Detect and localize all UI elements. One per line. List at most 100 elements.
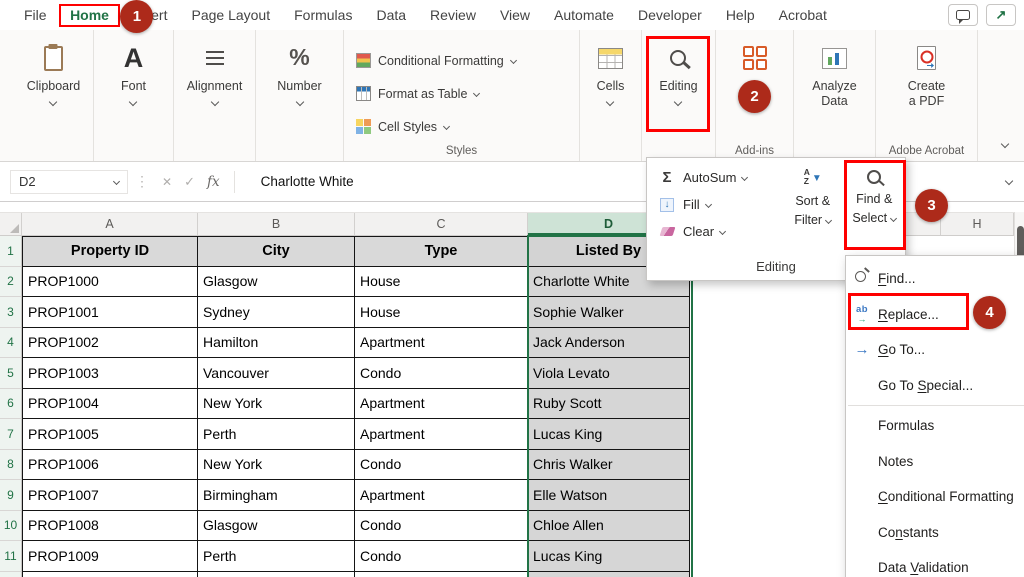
cell[interactable]: PROP1004 — [22, 389, 198, 420]
enter-icon[interactable] — [184, 173, 195, 191]
row-header[interactable]: 6 — [0, 389, 22, 420]
menu-tab-view[interactable]: View — [488, 3, 542, 27]
number-button[interactable]: Number — [277, 42, 321, 105]
font-button[interactable]: Font — [121, 42, 146, 105]
menu-tab-review[interactable]: Review — [418, 3, 488, 27]
cell[interactable]: Type — [355, 236, 528, 267]
row-header[interactable]: 1 — [0, 236, 22, 267]
fill-menu-item[interactable]: Fill — [647, 191, 782, 218]
cell[interactable]: PROP1008 — [22, 511, 198, 542]
cell[interactable]: Chris Walker — [528, 450, 690, 481]
cell[interactable]: PROP1006 — [22, 450, 198, 481]
cell[interactable]: PROP1000 — [22, 267, 198, 298]
cell[interactable]: Sydney — [198, 297, 355, 328]
row-header[interactable]: 9 — [0, 480, 22, 511]
formula-bar-input[interactable]: Charlotte White — [247, 174, 1024, 189]
row-header[interactable]: 11 — [0, 541, 22, 572]
cell[interactable]: Perth — [198, 419, 355, 450]
insert-function-icon[interactable] — [207, 173, 220, 191]
cell[interactable] — [22, 572, 198, 577]
cells-button[interactable]: Cells — [597, 42, 625, 105]
cell[interactable]: PROP1003 — [22, 358, 198, 389]
addins-button[interactable] — [743, 42, 767, 74]
cell[interactable]: Jack Anderson — [528, 328, 690, 359]
editing-button[interactable]: Editing — [659, 42, 697, 105]
cell[interactable] — [355, 572, 528, 577]
column-header-c[interactable]: C — [355, 213, 528, 235]
menu-tab-home[interactable]: Home — [59, 4, 121, 27]
menu-item-go-to-special[interactable]: Go To Special... — [846, 368, 1024, 404]
row-header[interactable]: 2 — [0, 267, 22, 298]
autosum-menu-item[interactable]: AutoSum — [647, 164, 782, 191]
column-header-b[interactable]: B — [198, 213, 355, 235]
menu-tab-data[interactable]: Data — [364, 3, 418, 27]
row-header[interactable]: 8 — [0, 450, 22, 481]
cell[interactable]: Apartment — [355, 480, 528, 511]
alignment-button[interactable]: Alignment — [187, 42, 243, 105]
conditional-formatting-button[interactable]: Conditional Formatting — [356, 44, 516, 77]
cell[interactable]: Condo — [355, 358, 528, 389]
cell[interactable]: Birmingham — [198, 480, 355, 511]
cell[interactable]: House — [355, 267, 528, 298]
cell[interactable]: PROP1009 — [22, 541, 198, 572]
cell[interactable]: Lucas King — [528, 419, 690, 450]
column-header-a[interactable]: A — [22, 213, 198, 235]
row-header[interactable] — [0, 572, 22, 577]
row-header[interactable]: 10 — [0, 511, 22, 542]
select-all-corner[interactable] — [0, 213, 22, 235]
clear-menu-item[interactable]: Clear — [647, 218, 782, 245]
cell[interactable]: Perth — [198, 541, 355, 572]
menu-tab-insert[interactable]: Insert1 — [120, 3, 179, 27]
row-header[interactable]: 4 — [0, 328, 22, 359]
cell[interactable]: PROP1005 — [22, 419, 198, 450]
cell[interactable]: Ruby Scott — [528, 389, 690, 420]
cell[interactable]: Condo — [355, 541, 528, 572]
menu-item-data-validation[interactable]: Data Validation — [846, 550, 1024, 577]
menu-tab-file[interactable]: File — [12, 3, 59, 27]
cell[interactable]: Lucas King — [528, 541, 690, 572]
cancel-icon[interactable] — [162, 173, 172, 191]
cell[interactable]: Chloe Allen — [528, 511, 690, 542]
cell[interactable]: Hamilton — [198, 328, 355, 359]
menu-tab-automate[interactable]: Automate — [542, 3, 626, 27]
cell[interactable]: PROP1002 — [22, 328, 198, 359]
cell[interactable]: Vancouver — [198, 358, 355, 389]
name-box[interactable]: D2 — [10, 170, 128, 194]
clipboard-button[interactable]: Clipboard — [27, 42, 81, 105]
cell[interactable] — [198, 572, 355, 577]
comments-button[interactable] — [948, 4, 978, 26]
cell[interactable]: Glasgow — [198, 267, 355, 298]
menu-tab-page-layout[interactable]: Page Layout — [179, 3, 282, 27]
cell[interactable]: City — [198, 236, 355, 267]
menu-item-formulas[interactable]: Formulas — [846, 408, 1024, 444]
cell-styles-button[interactable]: Cell Styles — [356, 110, 516, 143]
cell[interactable]: Apartment — [355, 419, 528, 450]
cell[interactable]: Sophie Walker — [528, 297, 690, 328]
row-header[interactable]: 3 — [0, 297, 22, 328]
cell[interactable]: PROP1001 — [22, 297, 198, 328]
create-pdf-button[interactable]: Createa PDF — [908, 42, 946, 109]
cell[interactable]: Viola Levato — [528, 358, 690, 389]
cell[interactable]: Condo — [355, 450, 528, 481]
format-as-table-button[interactable]: Format as Table — [356, 77, 516, 110]
cell[interactable]: Glasgow — [198, 511, 355, 542]
cell[interactable]: New York — [198, 389, 355, 420]
cell[interactable]: House — [355, 297, 528, 328]
column-header-h[interactable]: H — [940, 213, 1014, 235]
cell[interactable]: Apartment — [355, 389, 528, 420]
menu-item-conditional-formatting[interactable]: Conditional Formatting — [846, 479, 1024, 515]
cell[interactable]: PROP1007 — [22, 480, 198, 511]
menu-item-notes[interactable]: Notes — [846, 444, 1024, 480]
cell[interactable]: Elle Watson — [528, 480, 690, 511]
menu-tab-formulas[interactable]: Formulas — [282, 3, 364, 27]
cell[interactable]: Apartment — [355, 328, 528, 359]
analyze-data-button[interactable]: AnalyzeData — [812, 42, 856, 109]
share-button[interactable] — [986, 4, 1016, 26]
cell[interactable] — [528, 572, 690, 577]
cell[interactable]: Property ID — [22, 236, 198, 267]
menu-tab-developer[interactable]: Developer — [626, 3, 714, 27]
row-header[interactable]: 7 — [0, 419, 22, 450]
menu-item-find[interactable]: Find... — [846, 261, 1024, 297]
menu-item-constants[interactable]: Constants — [846, 515, 1024, 551]
name-box-chevron-icon[interactable] — [113, 178, 120, 185]
